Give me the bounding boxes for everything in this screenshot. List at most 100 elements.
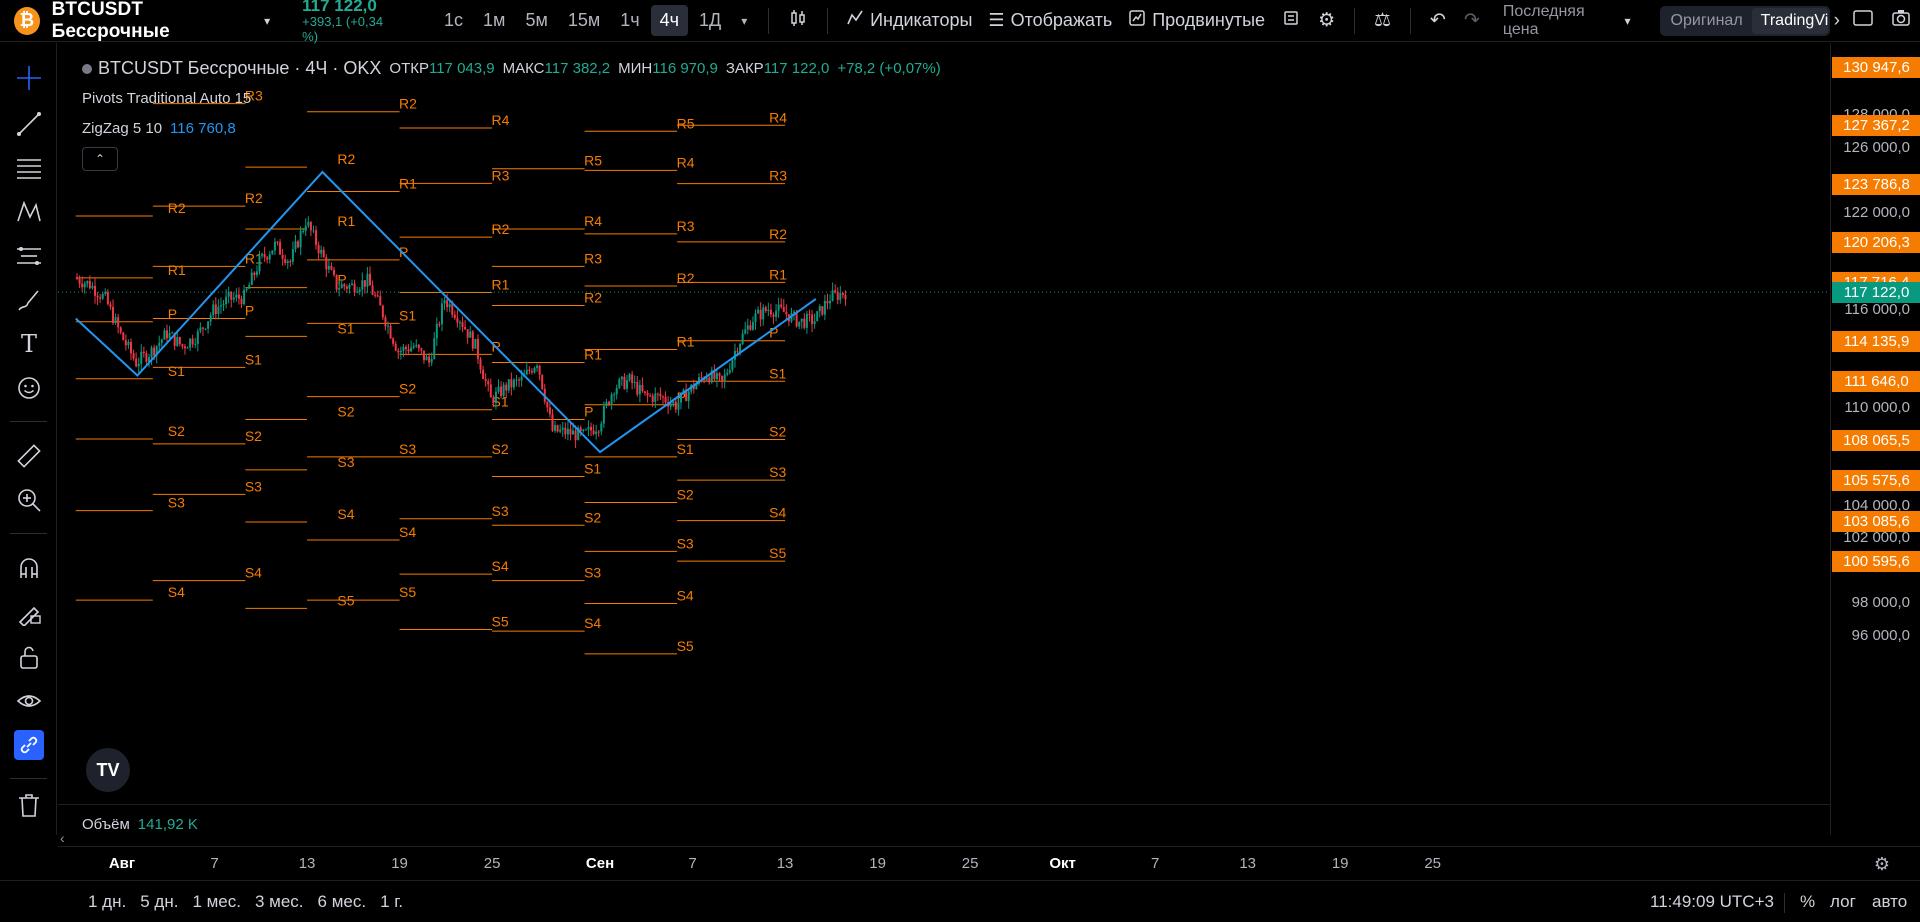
candle-body	[551, 414, 554, 431]
ohlc-legend: BTCUSDT Бессрочные · 4Ч · OKX ОТКР 117 0…	[82, 58, 941, 79]
display-button[interactable]: ☰ Отображать	[980, 4, 1120, 38]
interval-1d[interactable]: 1Д	[690, 5, 730, 36]
candle-body	[656, 393, 659, 395]
chevron-right-icon[interactable]: ›	[1830, 10, 1844, 32]
price-tick: 98 000,0	[1851, 594, 1910, 612]
candles-chart-type-icon[interactable]	[779, 8, 817, 34]
candle-body	[227, 291, 230, 297]
chevron-down-icon[interactable]: ▾	[264, 14, 270, 28]
interval-5m[interactable]: 5м	[516, 5, 556, 36]
original-tab[interactable]: Оригинал	[1662, 8, 1752, 34]
candle-body	[602, 405, 605, 424]
percent-toggle[interactable]: %	[1800, 892, 1815, 912]
trend-line-icon[interactable]	[14, 109, 44, 139]
candle-body	[348, 284, 351, 289]
price-axis[interactable]: 128 000,0126 000,0122 000,0116 000,0110 …	[1830, 43, 1920, 835]
screenshot-icon[interactable]	[1882, 8, 1920, 34]
candle-body	[127, 341, 130, 346]
interval-more-chevron-icon[interactable]: ▾	[732, 5, 756, 36]
range-1m[interactable]: 1 мес.	[192, 892, 241, 912]
indicator-pivots[interactable]: Pivots Traditional Auto 15	[82, 90, 251, 107]
fullscreen-icon[interactable]	[1844, 9, 1882, 32]
candle-body	[345, 286, 348, 289]
candle-body	[258, 255, 261, 272]
ruler-icon[interactable]	[14, 441, 44, 471]
unlock-icon[interactable]	[14, 642, 44, 672]
chevron-down-icon[interactable]: ▾	[1616, 14, 1640, 28]
candle-body	[142, 351, 145, 354]
chart-canvas[interactable]: R2 R1 P S1 S2 S3 S4 R3 R2 R1 P S1 S2 S3 S4 R2 R1 P S1 S2 S3 S…	[58, 43, 1830, 835]
axis-settings-icon[interactable]: ⚙	[1874, 854, 1890, 875]
pivot-label-r1: R1	[677, 333, 695, 349]
fib-lines-icon[interactable]	[14, 153, 44, 183]
range-1d[interactable]: 1 дн.	[88, 892, 126, 912]
auto-toggle[interactable]: авто	[1872, 892, 1907, 912]
candle-body	[168, 332, 171, 339]
candle-body	[297, 241, 300, 248]
pivot-label-r4: R4	[492, 112, 510, 128]
replay-icon[interactable]	[1273, 9, 1309, 33]
time-axis[interactable]: ⚙ Авг 7 13 19 25 Сен 7 13 19 25 Окт 7 13 19 25	[58, 846, 1920, 880]
forecast-icon[interactable]	[14, 241, 44, 271]
tradingview-tab[interactable]: TradingView	[1751, 7, 1828, 34]
range-5d[interactable]: 5 дн.	[140, 892, 178, 912]
crosshair-icon[interactable]	[14, 63, 44, 93]
indicator-zigzag[interactable]: ZigZag 5 10 116 760,8	[82, 120, 236, 137]
pivot-label-r2: R2	[337, 151, 355, 167]
redo-icon[interactable]: ↷	[1455, 9, 1489, 32]
price-chart-svg[interactable]: R2 R1 P S1 S2 S3 S4 R3 R2 R1 P S1 S2 S3 S4 R2 R1 P S1 S2 S3 S…	[58, 43, 1830, 835]
brush-icon[interactable]	[14, 285, 44, 315]
candle-body	[165, 330, 168, 339]
legend-title[interactable]: BTCUSDT Бессрочные · 4Ч · OKX	[98, 58, 381, 79]
range-1y[interactable]: 1 г.	[380, 892, 403, 912]
magnet-icon[interactable]	[14, 554, 44, 584]
trash-icon[interactable]	[14, 790, 44, 820]
tradingview-logo-icon[interactable]: TV	[86, 748, 130, 792]
candle-body	[237, 294, 240, 299]
pane-divider[interactable]	[58, 804, 1830, 805]
symbol-name[interactable]: BTCUSDT Бессрочные	[52, 0, 249, 43]
pivot-label-s4: S4	[584, 615, 601, 631]
range-3m[interactable]: 3 мес.	[255, 892, 304, 912]
indicators-button[interactable]: Индикаторы	[838, 4, 980, 38]
candle-body	[104, 291, 107, 295]
candle-body	[829, 300, 832, 304]
pivot-label-p: P	[245, 303, 254, 319]
link-icon[interactable]	[14, 730, 44, 760]
candle-body	[618, 379, 621, 388]
symbol-selector[interactable]: ₿ BTCUSDT Бессрочные ▾	[0, 0, 270, 42]
candle-body	[574, 430, 577, 441]
lock-drawing-icon[interactable]	[14, 598, 44, 628]
compare-scales-icon[interactable]: ⚖	[1365, 9, 1400, 32]
candle-body	[536, 365, 539, 368]
collapse-legend-button[interactable]: ⌃	[82, 147, 118, 171]
log-toggle[interactable]: лог	[1830, 892, 1856, 912]
zoom-in-icon[interactable]	[14, 485, 44, 515]
interval-1s[interactable]: 1с	[435, 5, 472, 36]
clock[interactable]: 11:49:09 UTC+3	[1650, 892, 1774, 912]
candle-body	[600, 423, 603, 432]
interval-15m[interactable]: 15м	[559, 5, 609, 36]
candle-body	[438, 323, 441, 325]
settings-gear-icon[interactable]: ⚙	[1309, 9, 1344, 32]
pattern-icon[interactable]	[14, 197, 44, 227]
candle-body	[826, 300, 829, 304]
volume-label: Объём	[82, 816, 130, 833]
text-icon[interactable]: T	[14, 329, 44, 359]
range-6m[interactable]: 6 мес.	[318, 892, 367, 912]
pivot-label-s5: S5	[492, 613, 509, 629]
candle-body	[520, 376, 523, 381]
interval-1h[interactable]: 1ч	[611, 5, 648, 36]
undo-icon[interactable]: ↶	[1421, 9, 1455, 32]
pivot-price-label: 130 947,6	[1832, 57, 1920, 78]
advanced-button[interactable]: Продвинутые	[1120, 4, 1273, 38]
candle-body	[518, 379, 521, 381]
interval-1m[interactable]: 1м	[474, 5, 514, 36]
interval-4h[interactable]: 4ч	[650, 5, 689, 36]
emoji-icon[interactable]	[14, 373, 44, 403]
indicator-pivots-name: Pivots Traditional Auto 15	[82, 90, 252, 107]
candle-body	[721, 375, 724, 382]
candle-body	[564, 427, 567, 435]
eye-icon[interactable]	[14, 686, 44, 716]
price-type-dropdown[interactable]: Последняя цена	[1503, 3, 1616, 39]
